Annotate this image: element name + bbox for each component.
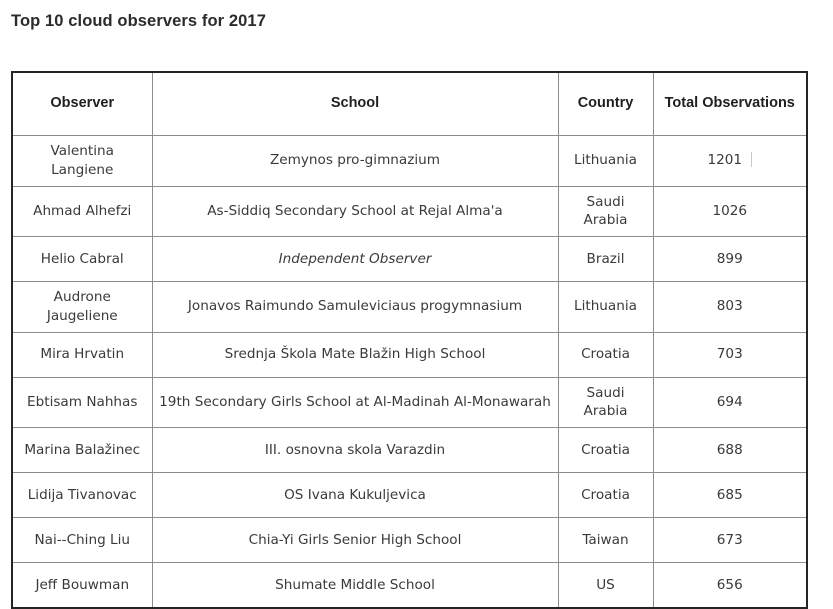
cell-country: Saudi Arabia bbox=[557, 376, 654, 428]
cell-observer: Ebtisam Nahhas bbox=[11, 376, 153, 428]
total-observations-value: 656 bbox=[716, 576, 743, 593]
table-row: Mira Hrvatin Srednja Škola Mate Blažin Hi… bbox=[11, 331, 808, 378]
cell-total-observations: 899 bbox=[652, 236, 808, 282]
top-observers-table: Observer School Country Total Observatio… bbox=[11, 71, 808, 609]
column-header-country: Country bbox=[557, 71, 654, 136]
table-row: Jeff Bouwman Shumate Middle School US 656 bbox=[11, 562, 808, 609]
cell-total-observations: 656 bbox=[652, 562, 808, 609]
cell-total-observations: 694 bbox=[652, 376, 808, 428]
total-observations-value: 899 bbox=[716, 250, 743, 267]
table-row: Helio Cabral Independent Observer Brazil 89… bbox=[11, 236, 808, 282]
table-header-row: Observer School Country Total Observatio… bbox=[11, 71, 808, 136]
cell-total-observations: 803 bbox=[652, 281, 808, 333]
total-observations-value: 803 bbox=[716, 298, 743, 315]
text-caret bbox=[751, 152, 753, 168]
cell-observer: Ahmad Alhefzi bbox=[11, 185, 153, 237]
page-root: Top 10 cloud observers for 2017 Observer… bbox=[0, 0, 833, 609]
total-observations-value: 1026 bbox=[712, 202, 748, 219]
cell-school: Zemynos pro-gimnazium bbox=[151, 135, 559, 187]
table-row: Ahmad Alhefzi As-Siddiq Secondary School … bbox=[11, 185, 808, 237]
total-observations-value: 685 bbox=[716, 486, 743, 503]
table-body: Valentina Langiene Zemynos pro-gimnazium L… bbox=[11, 135, 808, 609]
table-row: Ebtisam Nahhas 19th Secondary Girls Schoo… bbox=[11, 376, 808, 428]
cell-total-observations: 1026 bbox=[652, 185, 808, 237]
cell-observer: Lidija Tivanovac bbox=[11, 472, 153, 518]
cell-country: Croatia bbox=[557, 472, 654, 518]
cell-school: Jonavos Raimundo Samuleviciaus progymnas… bbox=[151, 281, 559, 333]
cell-total-observations: 685 bbox=[652, 472, 808, 518]
table-row: Audrone Jaugeliene Jonavos Raimundo Samul… bbox=[11, 281, 808, 333]
cell-observer: Jeff Bouwman bbox=[11, 562, 153, 609]
cell-observer: Mira Hrvatin bbox=[11, 331, 153, 378]
page-title: Top 10 cloud observers for 2017 bbox=[11, 12, 266, 30]
column-header-observer: Observer bbox=[11, 71, 153, 136]
cell-observer: Valentina Langiene bbox=[11, 135, 153, 187]
cell-school: Chia-Yi Girls Senior High School bbox=[151, 517, 559, 563]
total-observations-value: 673 bbox=[716, 531, 743, 548]
column-header-total-observations: Total Observations bbox=[652, 71, 808, 136]
table-row: Nai--Ching Liu Chia-Yi Girls Senior High … bbox=[11, 517, 808, 563]
cell-school: Shumate Middle School bbox=[151, 562, 559, 609]
cell-observer: Audrone Jaugeliene bbox=[11, 281, 153, 333]
cell-country: Lithuania bbox=[557, 135, 654, 187]
table-header: Observer School Country Total Observatio… bbox=[11, 71, 808, 136]
cell-school: OS Ivana Kukuljevica bbox=[151, 472, 559, 518]
cell-country: US bbox=[557, 562, 654, 609]
cell-observer: Nai--Ching Liu bbox=[11, 517, 153, 563]
total-observations-value: 703 bbox=[716, 346, 743, 363]
cell-country: Saudi Arabia bbox=[557, 185, 654, 237]
cell-observer: Marina Balažinec bbox=[11, 427, 153, 473]
observers-table-container: Observer School Country Total Observatio… bbox=[11, 71, 808, 609]
cell-total-observations: 1201 bbox=[652, 135, 808, 187]
cell-country: Lithuania bbox=[557, 281, 654, 333]
table-row: Marina Balažinec III. osnovna skola Varaz… bbox=[11, 427, 808, 473]
cell-total-observations: 688 bbox=[652, 427, 808, 473]
cell-country: Croatia bbox=[557, 427, 654, 473]
column-header-school: School bbox=[151, 71, 559, 136]
table-row: Lidija Tivanovac OS Ivana Kukuljevica Croa… bbox=[11, 472, 808, 518]
total-observations-value: 688 bbox=[716, 441, 743, 458]
cell-country: Brazil bbox=[557, 236, 654, 282]
cell-observer: Helio Cabral bbox=[11, 236, 153, 282]
cell-school: 19th Secondary Girls School at Al-Madina… bbox=[151, 376, 559, 428]
cell-country: Croatia bbox=[557, 331, 654, 378]
cell-total-observations: 703 bbox=[652, 331, 808, 378]
table-row: Valentina Langiene Zemynos pro-gimnazium L… bbox=[11, 135, 808, 187]
cell-country: Taiwan bbox=[557, 517, 654, 563]
cell-school: Srednja Škola Mate Blažin High School bbox=[151, 331, 559, 378]
total-observations-value: 1201 bbox=[707, 152, 743, 169]
cell-school: Independent Observer bbox=[151, 236, 559, 282]
cell-total-observations: 673 bbox=[652, 517, 808, 563]
cell-school: III. osnovna skola Varazdin bbox=[151, 427, 559, 473]
cell-school: As-Siddiq Secondary School at Rejal Alma… bbox=[151, 185, 559, 237]
total-observations-value: 694 bbox=[716, 393, 743, 410]
